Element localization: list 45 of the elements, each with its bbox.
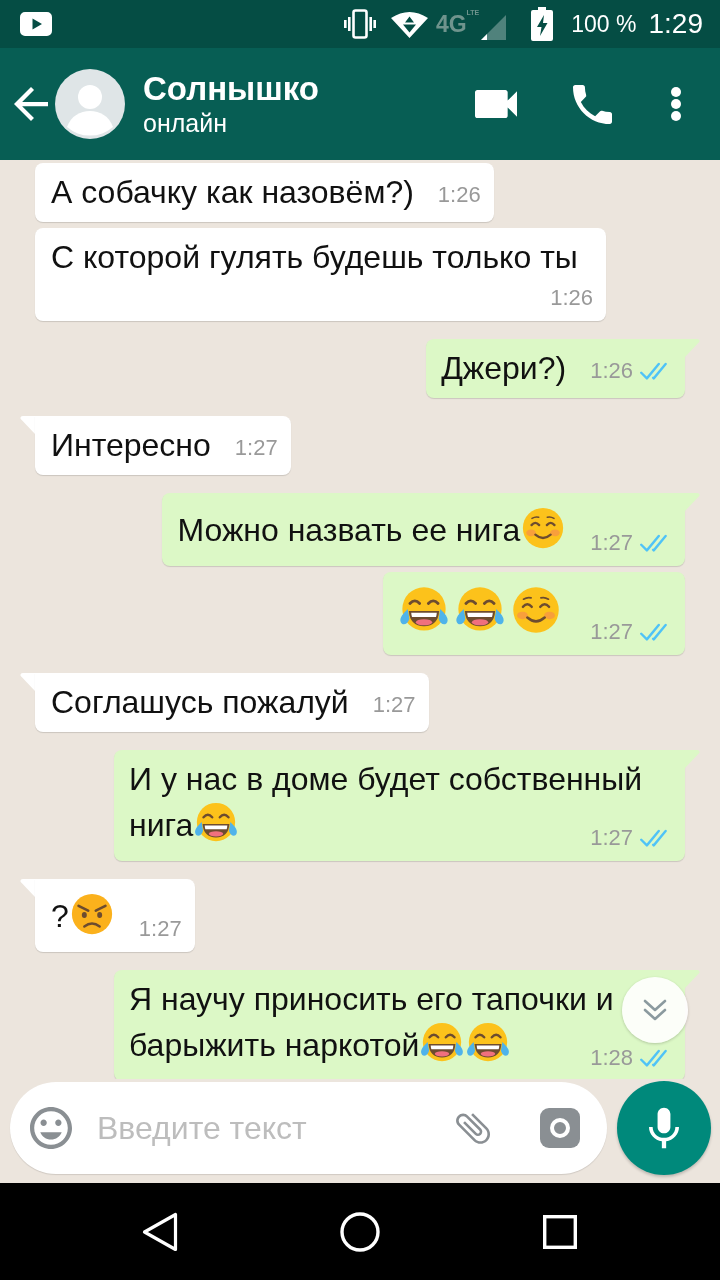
message-time: 1:26 (550, 286, 593, 310)
microphone-icon (649, 1107, 679, 1149)
message-text: барыжить наркотой (129, 1027, 420, 1063)
message-text: Я научу приносить его тапочки и (129, 980, 614, 1018)
double-chevron-down-icon (643, 999, 667, 1021)
message-time: 1:27 (138, 917, 182, 941)
home-icon[interactable] (340, 1211, 380, 1252)
recent-apps-icon[interactable] (543, 1214, 577, 1249)
message-time: 1:27 (372, 693, 416, 717)
message-text: Можно назвать ее нига (177, 512, 521, 548)
message-text: С которой гулять будешь только ты (51, 239, 578, 275)
contact-name: Солнышко (143, 70, 319, 108)
battery-level: 100 % (571, 10, 637, 38)
message-input[interactable]: Введите текст (97, 1106, 440, 1150)
message-time: 1:27 (590, 531, 633, 555)
contact-status: онлайн (143, 108, 228, 138)
avatar-icon[interactable] (55, 69, 125, 139)
network-type: 4G (435, 12, 467, 36)
message-time: 1:26 (437, 183, 481, 207)
message-field[interactable]: Введите текст (10, 1082, 607, 1174)
message-text: ? (51, 898, 69, 934)
message-time: 1:26 (590, 359, 633, 383)
battery-charging-icon (531, 7, 554, 41)
message-text: Соглашусь пожалуй (51, 684, 349, 720)
message-time: 1:28 (590, 1046, 633, 1070)
message-time: 1:27 (590, 826, 633, 850)
more-options-icon[interactable] (670, 86, 682, 122)
back-icon[interactable] (142, 1211, 178, 1252)
video-play-icon (20, 12, 52, 36)
vibrate-icon (343, 9, 376, 39)
message-time: 1:27 (590, 620, 633, 644)
back-arrow-icon[interactable] (14, 87, 48, 121)
wifi-icon (390, 10, 428, 38)
clock: 1:29 (648, 8, 703, 40)
message-text: И у нас в доме будет собственный (129, 760, 643, 798)
message-text: нига (129, 807, 194, 843)
camera-icon[interactable] (540, 1108, 580, 1148)
message-time: 1:27 (234, 436, 278, 460)
phone-icon[interactable] (573, 84, 612, 124)
message-text: Интересно (51, 427, 211, 463)
video-call-icon[interactable] (475, 90, 517, 118)
message-text: А собачку как назовём?) (51, 174, 414, 210)
emoji-icon[interactable] (30, 1107, 72, 1149)
signal-icon (481, 14, 507, 40)
message-text: Джери?) (441, 350, 567, 386)
